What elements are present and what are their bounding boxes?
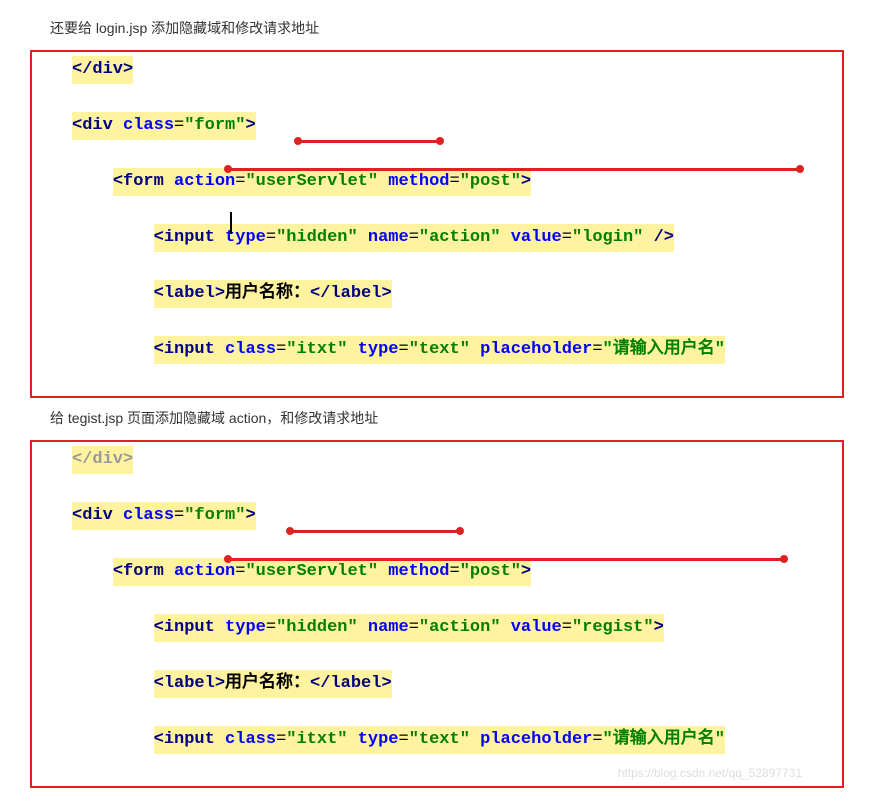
underline-dot <box>286 527 294 535</box>
underline-dot <box>436 137 444 145</box>
text-cursor <box>230 212 232 234</box>
underline-dot <box>224 165 232 173</box>
underline-1 <box>298 140 438 143</box>
underline-2 <box>228 168 798 171</box>
underline-dot <box>294 137 302 145</box>
code-content-2: </div> <div class="form"> <form action="… <box>32 446 842 782</box>
underline-dot <box>456 527 464 535</box>
code-content-1: </div> <div class="form"> <form action="… <box>32 56 842 392</box>
tag-close-div-faint: </div> <box>72 450 133 469</box>
underline-dot <box>796 165 804 173</box>
underline-dot <box>224 555 232 563</box>
tag-close-div: </div> <box>72 60 133 79</box>
underline-dot <box>780 555 788 563</box>
code-block-2: </div> <div class="form"> <form action="… <box>30 440 844 788</box>
underline-4 <box>228 558 782 561</box>
underline-3 <box>290 530 458 533</box>
description-1: 还要给 login.jsp 添加隐藏域和修改请求地址 <box>50 18 844 38</box>
code-block-1: </div> <div class="form"> <form action="… <box>30 50 844 398</box>
description-2: 给 tegist.jsp 页面添加隐藏域 action，和修改请求地址 <box>50 408 844 428</box>
